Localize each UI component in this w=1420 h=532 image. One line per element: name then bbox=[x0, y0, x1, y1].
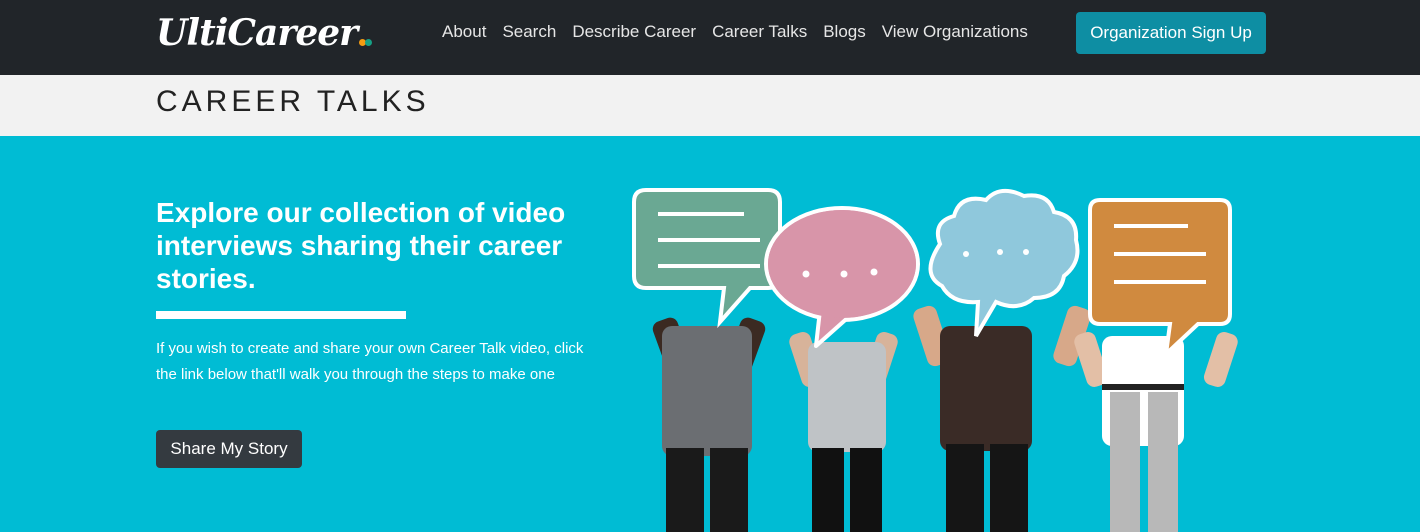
hero-description: If you wish to create and share your own… bbox=[156, 340, 584, 383]
nav-link-career-talks[interactable]: Career Talks bbox=[704, 22, 815, 42]
person-3 bbox=[913, 305, 1091, 532]
page-title: CAREER TALKS bbox=[156, 85, 430, 118]
navbar: UltiCareer About Search Describe Career … bbox=[0, 0, 1420, 75]
person-1 bbox=[652, 317, 766, 532]
nav-link-about[interactable]: About bbox=[442, 22, 494, 42]
hero-section: Explore our collection of video intervie… bbox=[0, 136, 1420, 532]
person-4 bbox=[1074, 332, 1238, 532]
pink-speech-bubble-icon bbox=[764, 206, 920, 348]
hero-heading: Explore our collection of video intervie… bbox=[156, 197, 566, 294]
page-title-bar: CAREER TALKS bbox=[0, 75, 1420, 136]
organization-signup-button[interactable]: Organization Sign Up bbox=[1076, 12, 1266, 54]
speech-bubbles-illustration bbox=[632, 188, 1238, 532]
share-my-story-button[interactable]: Share My Story bbox=[156, 430, 302, 468]
nav-link-search[interactable]: Search bbox=[494, 22, 564, 42]
green-speech-bubble-icon bbox=[632, 188, 782, 329]
logo-dots-icon bbox=[359, 35, 373, 49]
hero-divider bbox=[156, 311, 406, 319]
logo-dot-teal bbox=[365, 39, 373, 46]
orange-speech-bubble-icon bbox=[1088, 198, 1232, 360]
brand-logo[interactable]: UltiCareer bbox=[156, 8, 373, 58]
main-nav: About Search Describe Career Career Talk… bbox=[442, 22, 1036, 42]
nav-link-describe-career[interactable]: Describe Career bbox=[564, 22, 704, 42]
person-2 bbox=[789, 332, 898, 532]
brand-name: UltiCareer bbox=[156, 12, 358, 54]
nav-link-view-organizations[interactable]: View Organizations bbox=[874, 22, 1036, 42]
blue-cloud-bubble-icon bbox=[928, 188, 1080, 338]
nav-link-blogs[interactable]: Blogs bbox=[815, 22, 874, 42]
